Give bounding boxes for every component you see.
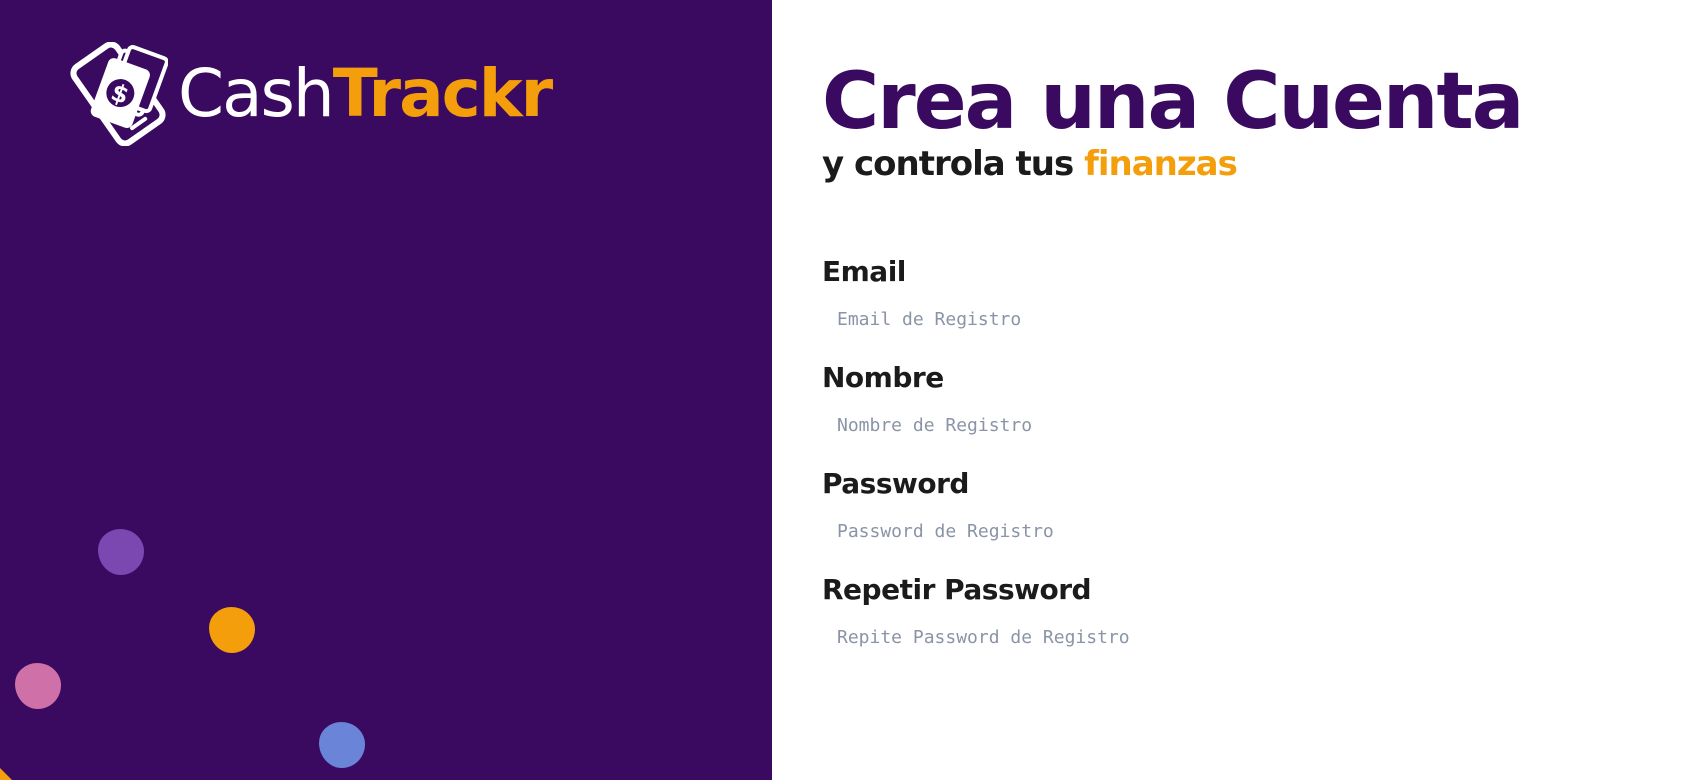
password-confirm-input[interactable] (822, 622, 1582, 652)
name-field-group: Nombre (822, 362, 1582, 440)
password-label: Password (822, 467, 969, 500)
decorative-blob-pink (15, 663, 61, 709)
register-form: Email Nombre Password Repetir Password (822, 256, 1582, 652)
name-label: Nombre (822, 361, 944, 394)
brand-panel: $ CashTrackr (0, 0, 772, 780)
password-confirm-field-group: Repetir Password (822, 574, 1582, 652)
brand-logo[interactable]: $ CashTrackr (68, 42, 553, 146)
page-title: Crea una Cuenta (822, 57, 1524, 147)
subtitle-prefix: y controla tus (822, 144, 1074, 184)
brand-name-trackr: Trackr (332, 55, 553, 132)
password-confirm-label: Repetir Password (822, 573, 1092, 606)
email-field-group: Email (822, 256, 1582, 334)
password-input[interactable] (822, 516, 1582, 546)
brand-wordmark: CashTrackr (178, 61, 553, 127)
page-subtitle: y controla tus finanzas (822, 144, 1685, 184)
decorative-blob-violet (98, 529, 144, 575)
register-page: $ CashTrackr Crea una Cuenta y controla … (0, 0, 1685, 780)
register-form-panel: Crea una Cuenta y controla tus finanzas … (772, 0, 1685, 780)
decorative-blob-orange (209, 607, 255, 653)
money-phone-icon: $ (70, 42, 168, 146)
name-input[interactable] (822, 410, 1582, 440)
decorative-blob-blue (319, 722, 365, 768)
email-label: Email (822, 255, 906, 288)
decorative-corner-accent (0, 768, 12, 780)
email-input[interactable] (822, 304, 1582, 334)
password-field-group: Password (822, 468, 1582, 546)
subtitle-accent: finanzas (1084, 144, 1238, 184)
brand-name-cash: Cash (178, 55, 335, 132)
